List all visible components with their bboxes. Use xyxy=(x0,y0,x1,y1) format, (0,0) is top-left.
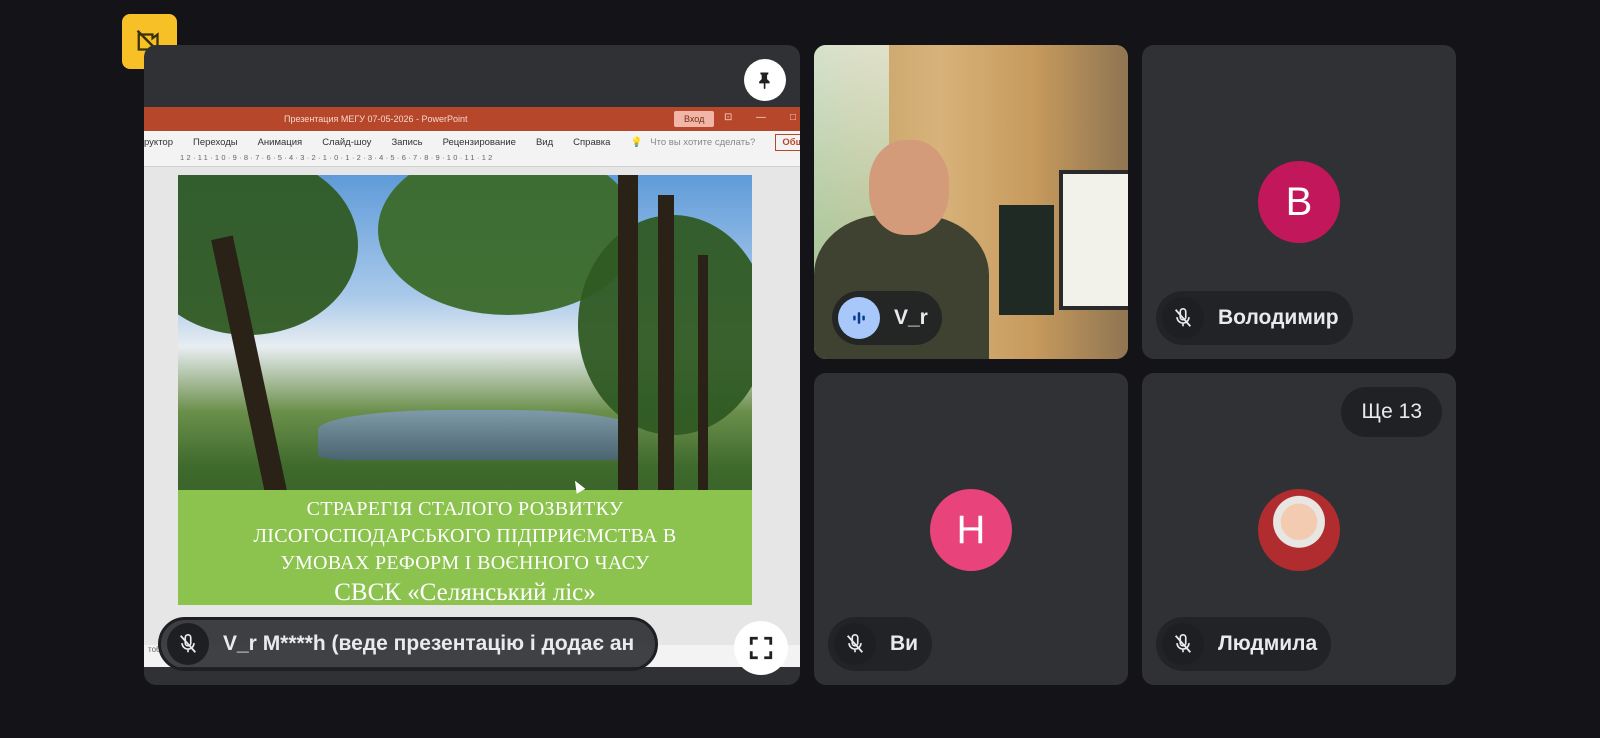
ribbon-tab: Вид xyxy=(535,136,554,148)
ruler: 12·11·10·9·8·7·6·5·4·3·2·1·0·1·2·3·4·5·6… xyxy=(144,153,800,167)
share-button: Общий д xyxy=(775,133,800,151)
more-participants-button[interactable]: Ще 13 xyxy=(1341,387,1442,437)
participant-name-pill: Володимир xyxy=(1156,291,1353,345)
presentation-tile[interactable]: Презентация МЕГУ 07-05-2026 - PowerPoint… xyxy=(144,45,800,685)
slide-title-line: СТРАРЕГІЯ СТАЛОГО РОЗВИТКУ xyxy=(306,498,624,520)
presenter-name: V_r M****h (веде презентацію і додає ан xyxy=(223,632,635,655)
lightbulb-icon: 💡 xyxy=(630,136,643,148)
participant-tile-video[interactable]: V_r xyxy=(814,45,1128,359)
avatar: В xyxy=(1258,161,1340,243)
participant-name-pill: Людмила xyxy=(1156,617,1332,671)
ribbon-tab: Рецензирование xyxy=(442,136,516,148)
slide-image: СТРАРЕГІЯ СТАЛОГО РОЗВИТКУ ЛІСОГОСПОДАРС… xyxy=(178,175,752,605)
ribbon-tab: Справка xyxy=(573,136,611,148)
mic-off-icon xyxy=(167,623,209,665)
powerpoint-ribbon: руктор Переходы Анимация Слайд-шоу Запис… xyxy=(144,131,800,153)
participant-name: Людмила xyxy=(1218,632,1318,655)
ribbon-display-icon: ⊡ xyxy=(724,112,733,123)
ribbon-tab: Анимация xyxy=(257,136,303,148)
participant-name: V_r xyxy=(894,306,928,329)
presenter-name-pill: V_r M****h (веде презентацію і додає ан xyxy=(158,617,658,671)
tell-me-search: Что вы хотите сделать? xyxy=(650,136,756,148)
maximize-icon: □ xyxy=(790,112,797,123)
mic-off-icon xyxy=(834,623,876,665)
pin-button[interactable] xyxy=(744,59,786,101)
ribbon-tab: Слайд-шоу xyxy=(322,136,372,148)
login-button: Вход xyxy=(674,111,715,127)
participant-tile-liudmyla[interactable]: Ще 13 Людмила xyxy=(1142,373,1456,685)
pin-icon xyxy=(759,72,770,90)
shared-screen-powerpoint: Презентация МЕГУ 07-05-2026 - PowerPoint… xyxy=(144,107,800,667)
minimize-icon: — xyxy=(756,112,766,123)
mic-off-icon xyxy=(1162,623,1204,665)
slide-organization: СВСК «Селянський ліс» xyxy=(334,579,596,605)
participant-name: Ви xyxy=(890,632,919,655)
slide-title-line: ЛІСОГОСПОДАРСЬКОГО ПІДПРИЄМСТВА В xyxy=(253,525,677,547)
avatar: Н xyxy=(930,489,1012,571)
participant-name-pill: V_r xyxy=(832,291,942,345)
ribbon-tab: руктор xyxy=(144,136,174,148)
ribbon-tab: Запись xyxy=(391,136,423,148)
fullscreen-button[interactable] xyxy=(734,621,788,675)
avatar xyxy=(1258,489,1340,571)
participant-tile-you[interactable]: Н Ви xyxy=(814,373,1128,685)
powerpoint-window-title: Презентация МЕГУ 07-05-2026 - PowerPoint xyxy=(284,114,468,124)
participant-tile-volodymyr[interactable]: В Володимир xyxy=(1142,45,1456,359)
fullscreen-icon xyxy=(749,636,773,660)
slide-title-line: УМОВАХ РЕФОРМ І ВОЄННОГО ЧАСУ xyxy=(280,552,650,574)
speaking-indicator-icon xyxy=(838,297,880,339)
slide-caption: СТРАРЕГІЯ СТАЛОГО РОЗВИТКУ ЛІСОГОСПОДАРС… xyxy=(178,490,752,605)
participant-name-pill: Ви xyxy=(828,617,933,671)
powerpoint-titlebar: Презентация МЕГУ 07-05-2026 - PowerPoint… xyxy=(144,107,800,131)
ribbon-tab: Переходы xyxy=(193,136,238,148)
participant-name: Володимир xyxy=(1218,306,1339,329)
mic-off-icon xyxy=(1162,297,1204,339)
